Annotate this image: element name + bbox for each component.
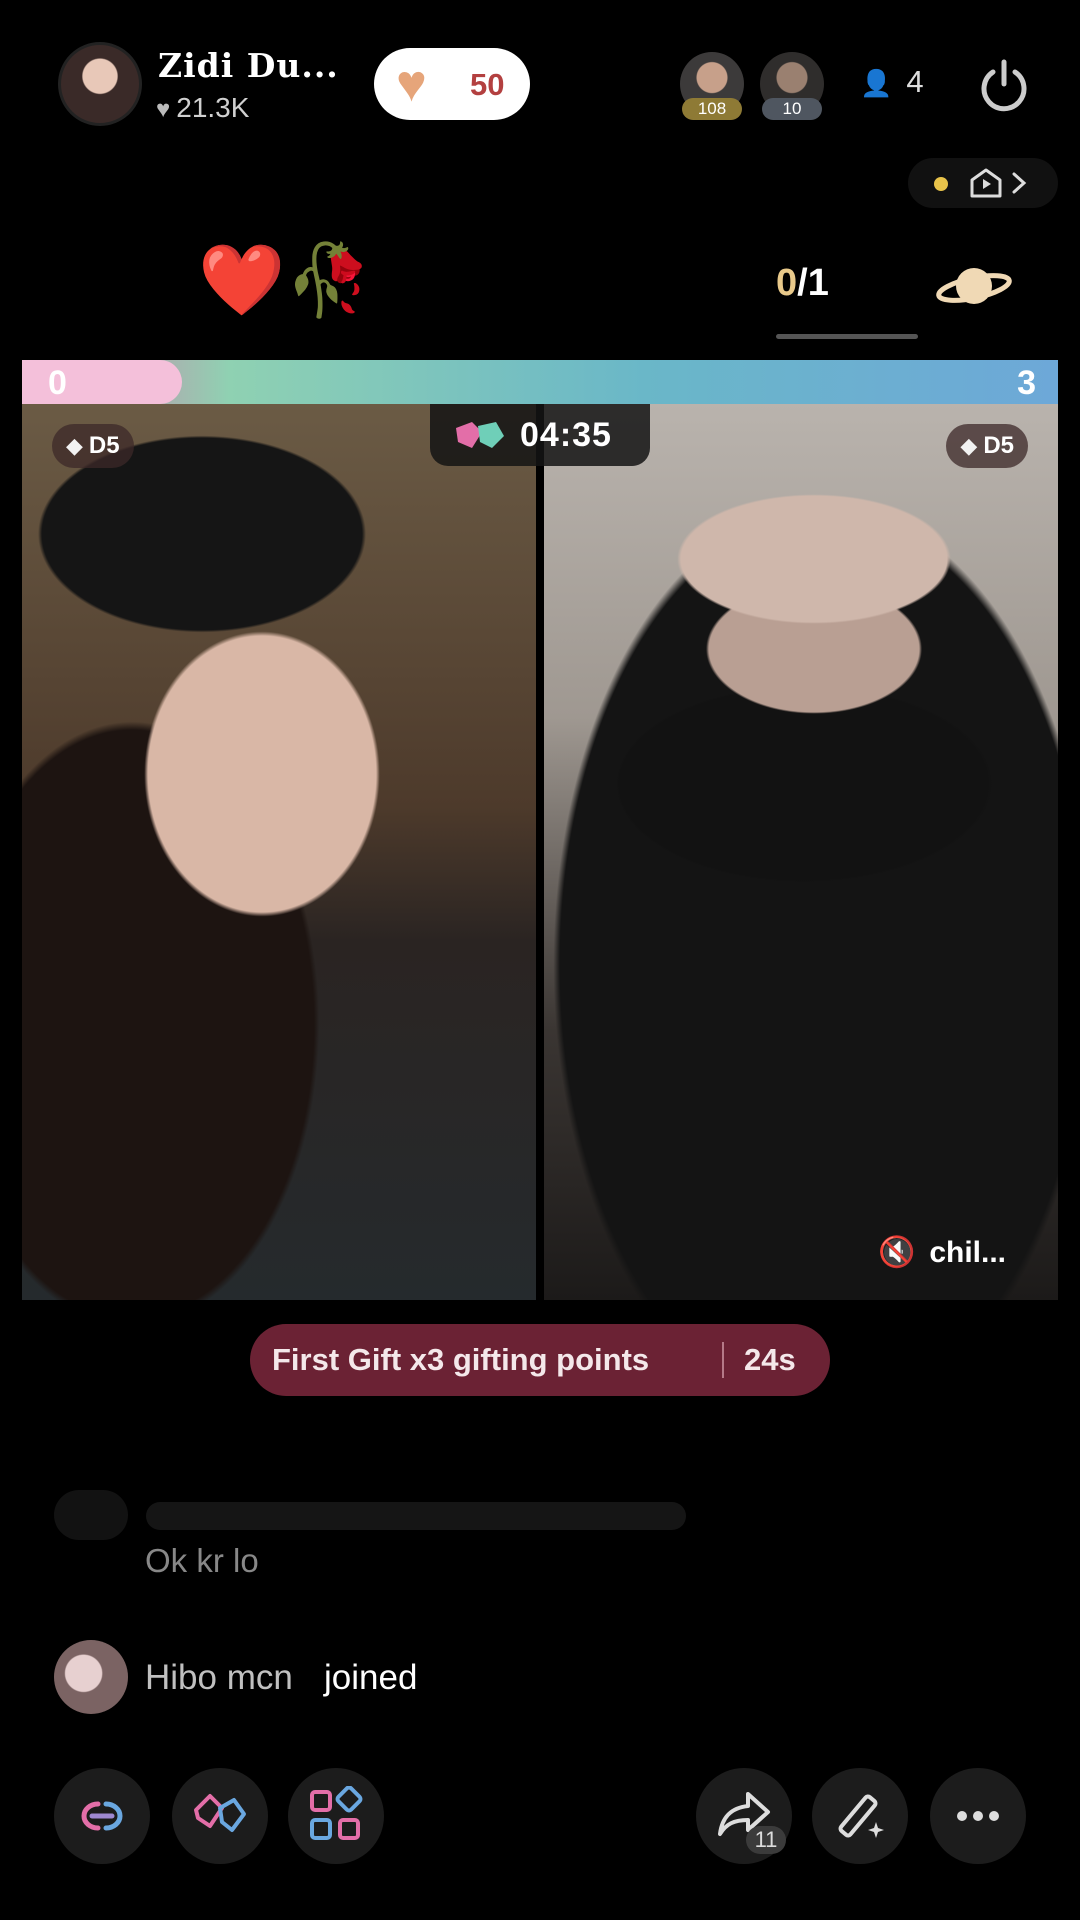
joined-action: joined [324,1658,418,1697]
heart-icon: ♥ [156,96,171,123]
like-count: 50 [470,67,505,102]
avatar[interactable] [54,1640,128,1714]
viewer-level-badge: 10 [762,98,822,120]
banner-separator [722,1342,724,1378]
status-dot [934,177,948,191]
live-mini-toolbar[interactable] [908,158,1058,208]
like-button[interactable]: ♥ 50 [374,48,530,120]
diamond-icon: ◆ [960,433,978,458]
faded-chat-row [54,1490,694,1540]
counter-current: 0 [776,262,798,304]
share-button[interactable]: 11 [696,1768,792,1864]
battle-glove-icon [456,422,504,448]
right-score: 3 [1017,364,1036,402]
opponent-video[interactable]: ◆ D5 🔇 chil... [544,404,1058,1300]
power-icon[interactable] [976,58,1032,114]
host-avatar[interactable] [58,42,142,126]
host-rank-label: D5 [88,432,120,459]
opponent-name: chil... [929,1236,1006,1269]
counter-total: /1 [797,262,829,304]
opponent-rank-label: D5 [983,432,1014,459]
battle-timer: 04:35 [430,404,650,466]
battle-button[interactable] [172,1768,268,1864]
share-count: 11 [746,1826,786,1854]
joined-username[interactable]: Hibo mcn [145,1658,293,1698]
planet-icon[interactable] [936,256,1012,316]
counter-underline [776,334,918,339]
top-viewer-avatar[interactable]: 10 [760,52,824,120]
person-icon: 👤 [860,68,893,98]
battle-score-bar: 0 3 [22,360,1058,404]
more-options-button[interactable] [930,1768,1026,1864]
host-likes-value: 21.3K [176,92,250,123]
host-rank-badge[interactable]: ◆ D5 [52,424,134,468]
grid-icon [310,1786,363,1840]
opponent-rank-badge[interactable]: ◆ D5 [946,424,1028,468]
mute-icon[interactable]: 🔇 [878,1236,915,1269]
battle-glove-icon [194,1794,246,1832]
battle-left-segment: 0 [22,360,182,404]
link-icon [81,1801,123,1831]
gift-banner-text: First Gift x3 gifting points [272,1342,650,1377]
heart-icon: ♥ [396,55,427,113]
faded-chat-text [146,1502,686,1530]
chat-message: Ok kr lo [145,1542,259,1579]
decor-emojis: ❤️🥀 [198,241,373,319]
gift-countdown: 24s [744,1342,796,1377]
host-name[interactable]: Zidi Du... [158,46,339,85]
magic-wand-icon [838,1794,884,1838]
viewer-count[interactable]: 👤 4 [860,64,924,100]
first-gift-banner[interactable]: First Gift x3 gifting points 24s [250,1324,830,1396]
host-video[interactable]: ◆ D5 [22,404,536,1300]
opponent-label[interactable]: 🔇 chil... [878,1235,1006,1270]
top-viewer-avatar[interactable]: 108 [680,52,744,120]
effects-button[interactable] [812,1768,908,1864]
host-likes: ♥ 21.3K [156,92,249,124]
battle-counter[interactable]: 0/1 [776,262,829,305]
link-button[interactable] [54,1768,150,1864]
panel-divider [536,404,544,1300]
left-score: 0 [48,364,67,402]
timer-value: 04:35 [520,416,612,454]
diamond-icon: ◆ [66,433,83,458]
home-arrow-icon [970,168,1027,198]
viewer-count-value: 4 [906,64,924,99]
more-features-button[interactable] [288,1768,384,1864]
avatar [54,1490,128,1540]
viewer-level-badge: 108 [682,98,742,120]
ellipsis-icon [957,1811,999,1821]
